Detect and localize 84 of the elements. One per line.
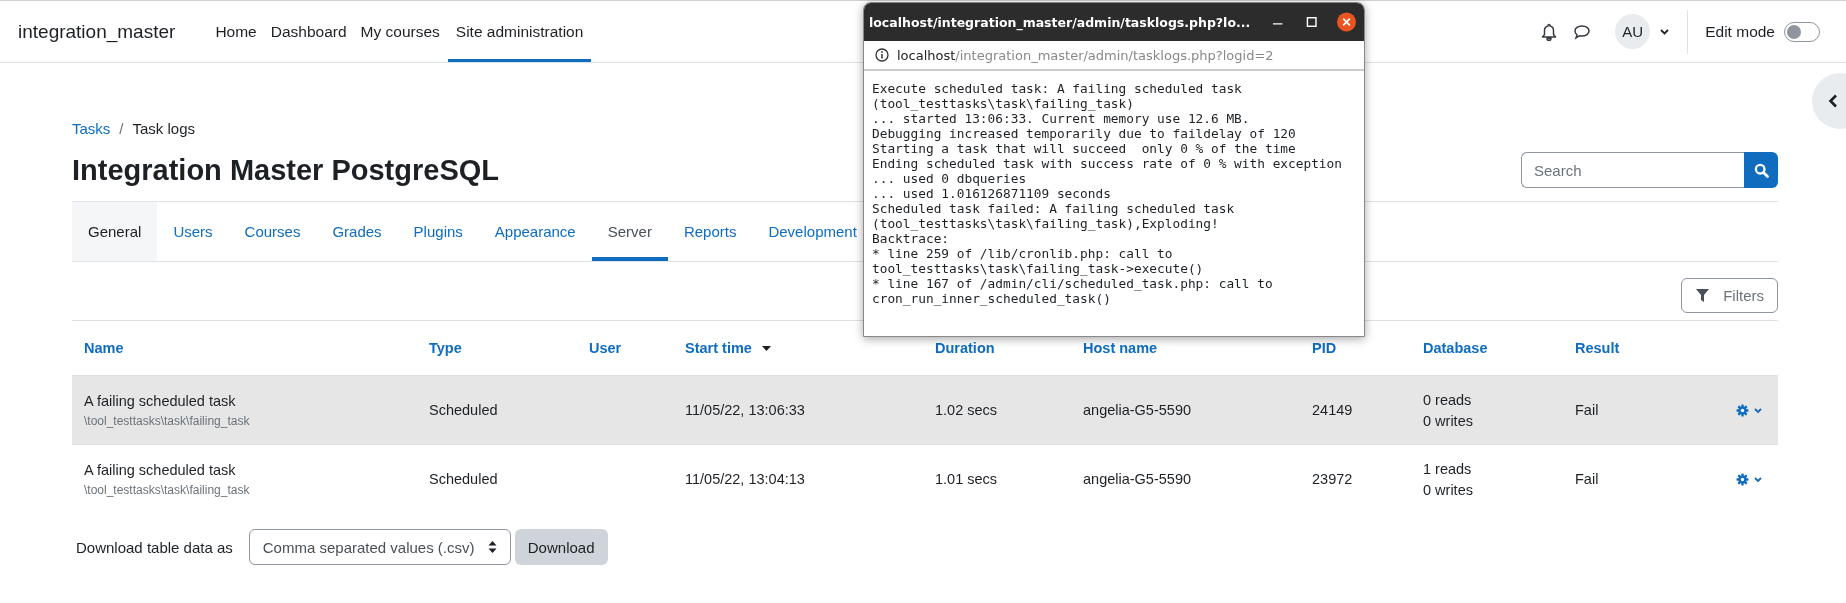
table-cell-text: 24149 [1312, 402, 1354, 418]
table-cell-text: 0 reads [1423, 391, 1473, 408]
breadcrumb-current: Task logs [132, 120, 196, 137]
table-cell-text: 11/05/22, 13:04:13 [685, 471, 806, 487]
log-line: cron_run_inner_scheduled_task() [872, 291, 1111, 306]
log-line: Execute scheduled task: A failing scheduled task [872, 81, 1242, 96]
table-cell-text: angelia-G5-5590 [1083, 471, 1193, 487]
table-cell-text: 0 writes [1423, 481, 1474, 498]
column-header[interactable]: Database [1411, 340, 1563, 356]
column-header[interactable]: User [577, 340, 673, 356]
log-line: Starting a task that will succeed only 0 % of the time [872, 141, 1296, 156]
search-field[interactable]: Search [1521, 152, 1744, 188]
task-name: A failing scheduled task [84, 392, 237, 409]
table-cell-text: 23972 [1312, 471, 1354, 487]
log-line: ... used 1.016126871109 seconds [872, 186, 1111, 201]
window-title: localhost/integration_master/admin/tasklogs.php?lo... [869, 14, 1251, 30]
task-classname: \tool_testtasks\task\failing_task [84, 413, 251, 428]
download-button[interactable]: Download [514, 529, 608, 565]
caret-icon[interactable] [1660, 28, 1670, 35]
table-cell-text: 1.02 secs [935, 402, 999, 418]
column-header[interactable]: PID [1300, 340, 1411, 356]
actions-menu-button[interactable] [1736, 472, 1764, 486]
log-line: Backtrace: [872, 231, 950, 246]
format-select[interactable]: Comma separated values (.csv) [248, 529, 511, 565]
info-icon [875, 48, 889, 62]
nav-link[interactable]: Site administration [447, 1, 592, 62]
download-label: Download table data as [76, 538, 233, 556]
edit-mode-label: Edit mode [1705, 22, 1775, 41]
user-avatar[interactable]: AU [1615, 14, 1651, 49]
settings-tab[interactable]: Appearance [478, 202, 592, 261]
sort-descending-icon [761, 345, 771, 351]
settings-tab[interactable]: Users [157, 202, 229, 261]
log-line: * line 259 of /lib/cronlib.php: call to [872, 246, 1173, 261]
chat-icon[interactable] [1573, 23, 1592, 40]
column-header[interactable]: Duration [923, 340, 1071, 356]
table-cell-text: angelia-G5-5590 [1083, 402, 1193, 418]
column-header[interactable]: Result [1563, 340, 1723, 356]
table-cell-text: 0 writes [1423, 412, 1474, 429]
task-classname: \tool_testtasks\task\failing_task [84, 482, 251, 497]
settings-tab[interactable]: General [72, 202, 158, 261]
nav-link[interactable]: Dashboard [264, 1, 353, 62]
column-header[interactable]: Host name [1071, 340, 1300, 356]
funnel-icon [1696, 289, 1710, 302]
nav-link[interactable]: My courses [354, 1, 446, 62]
table-cell-text: Fail [1575, 471, 1600, 487]
page-title: Integration Master PostgreSQL [72, 153, 499, 187]
site-name[interactable]: integration_master [18, 20, 176, 43]
task-name: A failing scheduled task [84, 461, 237, 478]
table-cell-text: Fail [1575, 402, 1600, 418]
search-icon [1753, 162, 1769, 178]
settings-tab[interactable]: Plugins [397, 202, 479, 261]
actions-menu-button[interactable] [1736, 403, 1764, 417]
nav-link[interactable]: Home [209, 1, 263, 62]
log-line: ... used 0 dbqueries [872, 171, 1027, 186]
settings-tab[interactable]: Server [591, 202, 668, 261]
close-icon[interactable] [1337, 12, 1356, 32]
log-line: Ending scheduled task with success rate of 0 % with exception [872, 156, 1342, 171]
settings-tab[interactable]: Courses [228, 202, 317, 261]
log-line: * line 167 of /admin/cli/scheduled_task.php: call to [872, 276, 1273, 291]
column-header[interactable]: Name [72, 340, 417, 356]
column-header[interactable]: Start time [673, 340, 923, 356]
log-line: ... started 13:06:33. Current memory use 12.6 MB. [872, 111, 1250, 126]
filters-button[interactable]: Filters [1681, 278, 1778, 313]
settings-tab[interactable]: Reports [667, 202, 753, 261]
log-line: tool_testtasks\task\failing_task->execute() [872, 261, 1204, 276]
breadcrumb-link[interactable]: Tasks [72, 120, 111, 137]
log-line: Debugging increased temporarily due to faildelay of 120 [872, 126, 1296, 141]
log-line: (tool_testtasks\task\failing_task) [872, 96, 1134, 111]
column-header[interactable]: Type [417, 340, 577, 356]
chevron-left-icon [1828, 94, 1838, 108]
table-cell-text: Scheduled [429, 471, 499, 487]
table-cell-text: 1.01 secs [935, 471, 999, 487]
up-down-caret-icon [487, 540, 497, 554]
table-cell-text: 1 reads [1423, 460, 1473, 477]
log-line: (tool_testtasks\task\failing_task),Exploding! [872, 216, 1219, 231]
table-cell-text: Scheduled [429, 402, 499, 418]
table-cell-text: 11/05/22, 13:06:33 [685, 402, 806, 418]
breadcrumb-separator: / [119, 120, 124, 137]
address-bar-url[interactable]: localhost/integration_master/admin/tasklogs.php?logid=2 [897, 47, 1274, 63]
search-button[interactable] [1744, 152, 1778, 188]
settings-tab[interactable]: Grades [316, 202, 398, 261]
maximize-icon[interactable] [1305, 16, 1317, 28]
log-line: Scheduled task failed: A failing scheduled task [872, 201, 1235, 216]
bell-icon[interactable] [1541, 22, 1558, 41]
